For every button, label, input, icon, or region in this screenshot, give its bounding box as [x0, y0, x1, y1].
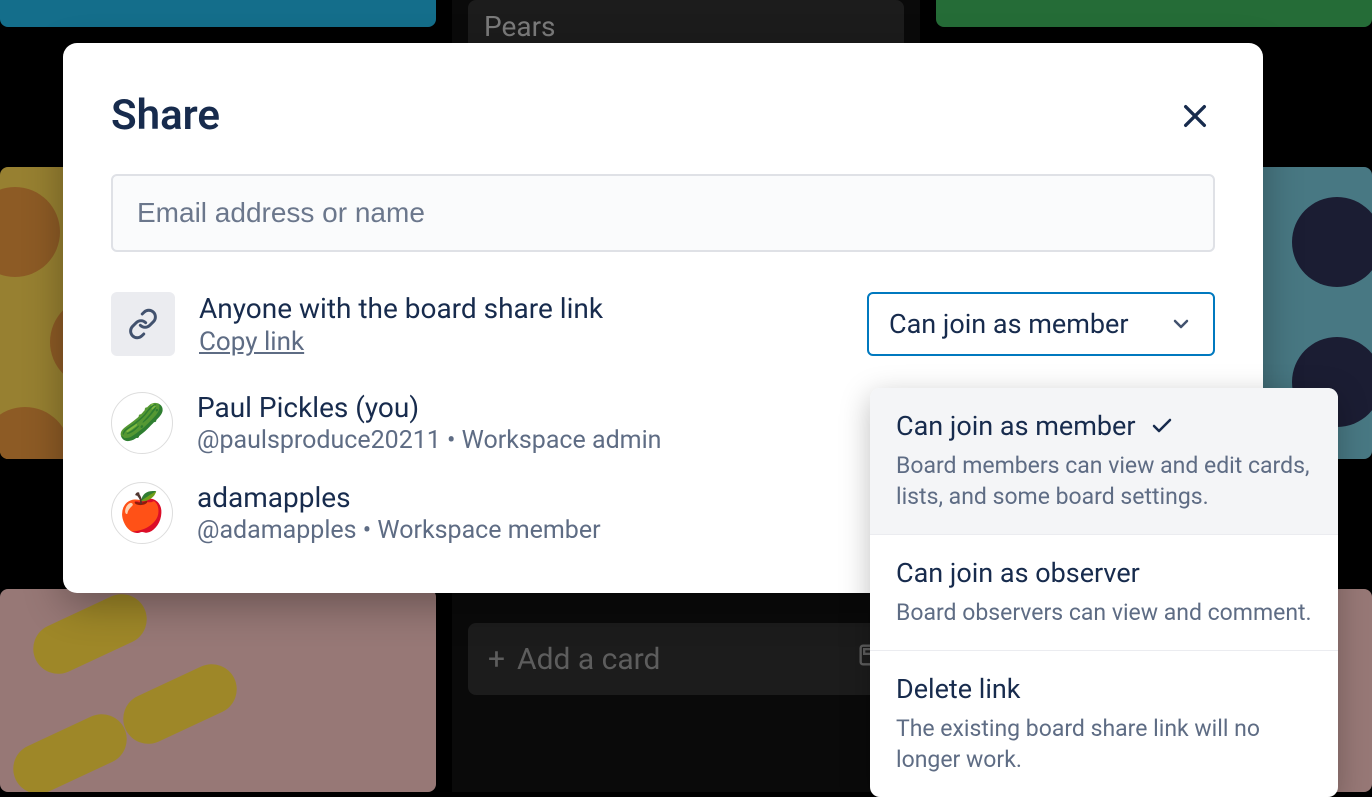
close-icon: [1179, 100, 1211, 132]
link-icon: [127, 308, 159, 340]
share-link-heading: Anyone with the board share link: [199, 292, 843, 325]
permission-dropdown[interactable]: Can join as member: [867, 292, 1215, 356]
member-name: Paul Pickles (you): [197, 391, 661, 424]
permission-selected-label: Can join as member: [889, 308, 1129, 340]
avatar: 🥒: [111, 392, 173, 454]
member-meta: @adamapples • Workspace member: [197, 516, 601, 545]
avatar: 🍎: [111, 482, 173, 544]
menu-option-desc: Board members can view and edit cards, l…: [896, 450, 1312, 512]
menu-option-title: Delete link: [896, 673, 1021, 705]
email-input[interactable]: [111, 174, 1215, 252]
chevron-down-icon: [1169, 312, 1193, 336]
menu-option-delete-link[interactable]: Delete link The existing board share lin…: [870, 651, 1338, 797]
menu-option-title: Can join as member: [896, 410, 1136, 442]
menu-option-observer[interactable]: Can join as observer Board observers can…: [870, 535, 1338, 650]
close-button[interactable]: [1175, 96, 1215, 136]
member-meta: @paulsproduce20211 • Workspace admin: [197, 426, 661, 455]
menu-option-desc: Board observers can view and comment.: [896, 597, 1312, 628]
menu-option-desc: The existing board share link will no lo…: [896, 713, 1312, 775]
copy-link[interactable]: Copy link: [199, 327, 304, 357]
menu-option-member[interactable]: Can join as member Board members can vie…: [870, 388, 1338, 534]
permission-dropdown-menu: Can join as member Board members can vie…: [870, 388, 1338, 797]
share-link-row: Anyone with the board share link Copy li…: [111, 292, 1215, 357]
member-name: adamapples: [197, 481, 601, 514]
modal-title: Share: [111, 91, 220, 140]
menu-option-title: Can join as observer: [896, 557, 1140, 589]
link-icon-box: [111, 292, 175, 356]
check-icon: [1150, 414, 1174, 438]
